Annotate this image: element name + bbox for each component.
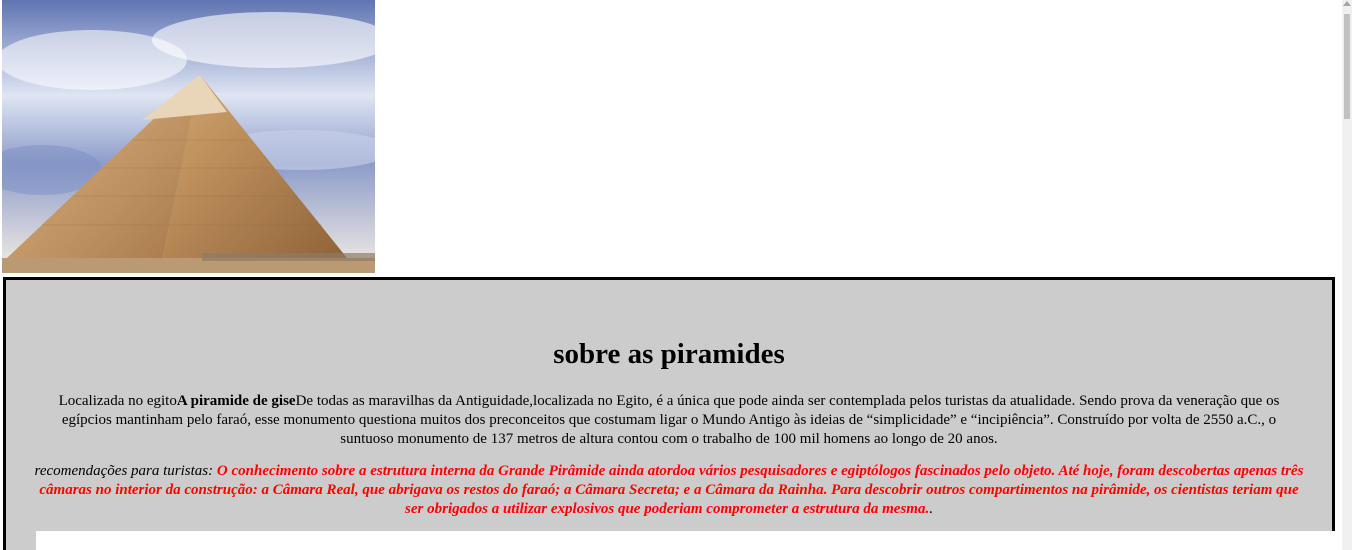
tips-label: recomendações para turistas:	[34, 463, 214, 479]
intro-bold: A piramide de gise	[176, 393, 296, 409]
page: sobre as piramides Localizada no egitoA …	[0, 0, 1352, 550]
vertical-scrollbar[interactable]	[1342, 0, 1352, 550]
scroll-thumb[interactable]	[1344, 14, 1350, 119]
tourist-tips: recomendações para turistas: O conhecime…	[34, 462, 1304, 519]
next-content-strip	[36, 531, 1342, 550]
intro-paragraph: Localizada no egitoA piramide de giseDe …	[34, 392, 1304, 449]
about-pyramids-section: sobre as piramides Localizada no egitoA …	[3, 277, 1335, 550]
tips-text: O conhecimento sobre a estrutura interna…	[39, 463, 1304, 517]
pyramid-image	[2, 0, 375, 273]
intro-prefix: Localizada no egito	[58, 393, 177, 409]
scroll-up-icon[interactable]	[1343, 1, 1351, 6]
section-title: sobre as piramides	[553, 338, 785, 370]
tips-suffix: .	[929, 501, 933, 517]
